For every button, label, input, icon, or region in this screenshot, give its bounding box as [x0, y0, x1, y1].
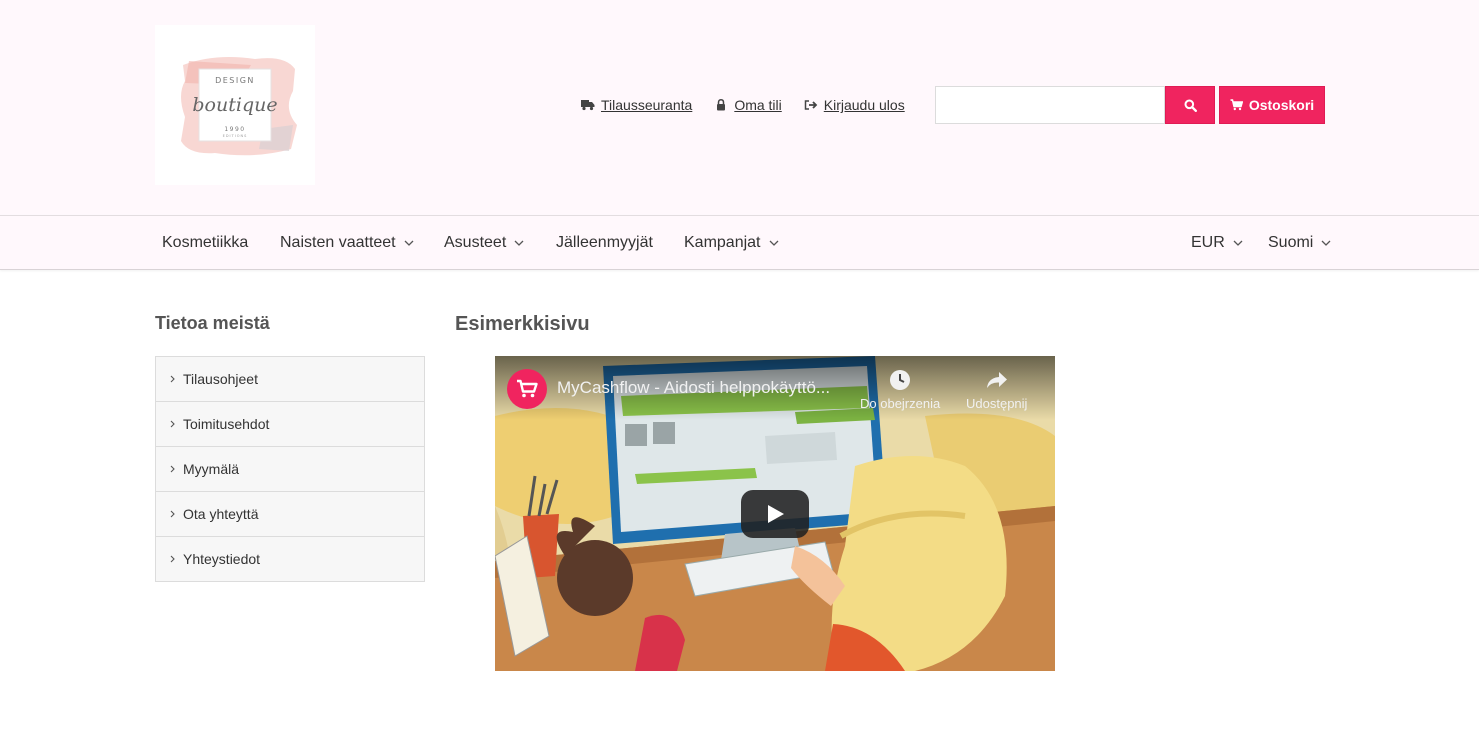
chevron-down-icon — [769, 240, 779, 246]
truck-icon — [581, 98, 595, 112]
nav-item-label: Naisten vaatteet — [280, 234, 396, 251]
nav-item-label: Asusteet — [444, 234, 507, 251]
language-selector[interactable]: Suomi — [1268, 216, 1331, 270]
play-icon — [765, 504, 785, 524]
nav-item-label: Jälleenmyyjät — [556, 234, 653, 251]
chevron-down-icon — [1233, 240, 1243, 246]
currency-label: EUR — [1191, 234, 1225, 251]
chevron-right-icon — [170, 375, 175, 383]
play-button[interactable] — [741, 490, 809, 538]
store-logo[interactable]: DESIGN boutique 1990 EDITIONS — [155, 25, 315, 185]
cart-label: Ostoskori — [1248, 97, 1315, 113]
shopping-cart-icon — [1230, 99, 1243, 111]
watch-later-button[interactable]: Do obejrzenia — [860, 368, 940, 411]
video-player[interactable]: MyCashflow - Aidosti helppokäyttö... Do … — [495, 356, 1055, 671]
share-button[interactable]: Udostępnij — [966, 368, 1027, 411]
chevron-down-icon — [404, 240, 414, 246]
language-label: Suomi — [1268, 234, 1314, 251]
order-tracking-link[interactable]: Tilausseuranta — [581, 97, 692, 113]
sidebar-item-yhteystiedot[interactable]: Yhteystiedot — [156, 537, 424, 581]
account-links: Tilausseuranta Oma tili Kirjaudu ulos — [581, 96, 905, 114]
chevron-right-icon — [170, 465, 175, 473]
logout-label: Kirjaudu ulos — [823, 97, 905, 113]
share-icon — [986, 368, 1008, 392]
sidebar-item-tilausohjeet[interactable]: Tilausohjeet — [156, 357, 424, 402]
chevron-right-icon — [170, 510, 175, 518]
sidebar-menu: Tilausohjeet Toimitusehdot Myymälä Ota y… — [155, 356, 425, 582]
logo-text-year: 1990 — [224, 126, 245, 133]
nav-item-label: Kampanjat — [684, 234, 761, 251]
nav-item-jalleenmyyjat[interactable]: Jälleenmyyjät — [556, 216, 653, 270]
logo-text-editions: EDITIONS — [223, 134, 248, 138]
logout-link[interactable]: Kirjaudu ulos — [804, 97, 905, 113]
page-title: Esimerkkisivu — [455, 313, 590, 335]
sidebar-item-label: Toimitusehdot — [183, 416, 270, 432]
video-title[interactable]: MyCashflow - Aidosti helppokäyttö... — [557, 378, 830, 398]
sidebar-item-label: Tilausohjeet — [183, 371, 258, 387]
logo-text-design: DESIGN — [215, 76, 255, 85]
my-account-link[interactable]: Oma tili — [714, 97, 782, 113]
shopping-cart-icon — [516, 379, 538, 399]
my-account-label: Oma tili — [734, 97, 782, 113]
search-button[interactable] — [1165, 86, 1215, 124]
search-icon — [1184, 99, 1197, 112]
chevron-right-icon — [170, 555, 175, 563]
cart-button[interactable]: Ostoskori — [1219, 86, 1325, 124]
site-header: DESIGN boutique 1990 EDITIONS Tilausseur… — [0, 0, 1479, 215]
sidebar-item-label: Myymälä — [183, 461, 240, 477]
channel-avatar[interactable] — [507, 369, 547, 409]
order-tracking-label: Tilausseuranta — [601, 97, 693, 113]
watch-later-label: Do obejrzenia — [860, 396, 941, 411]
chevron-down-icon — [514, 240, 524, 246]
nav-item-kosmetiikka[interactable]: Kosmetiikka — [162, 216, 248, 270]
sidebar-item-label: Ota yhteyttä — [183, 506, 259, 522]
nav-item-kampanjat[interactable]: Kampanjat — [684, 216, 779, 270]
nav-item-asusteet[interactable]: Asusteet — [444, 216, 524, 270]
share-label: Udostępnij — [966, 396, 1028, 411]
logo-text-boutique: boutique — [192, 94, 277, 116]
sidebar-item-ota-yhteytta[interactable]: Ota yhteyttä — [156, 492, 424, 537]
chevron-right-icon — [170, 420, 175, 428]
nav-item-label: Kosmetiikka — [162, 234, 249, 251]
sidebar-item-myymala[interactable]: Myymälä — [156, 447, 424, 492]
chevron-down-icon — [1321, 240, 1331, 246]
sidebar-title: Tietoa meistä — [155, 313, 270, 333]
sign-out-icon — [804, 98, 818, 112]
currency-selector[interactable]: EUR — [1191, 216, 1243, 270]
search-field-wrapper — [935, 86, 1165, 124]
nav-item-naisten-vaatteet[interactable]: Naisten vaatteet — [280, 216, 414, 270]
sidebar-item-toimitusehdot[interactable]: Toimitusehdot — [156, 402, 424, 447]
lock-icon — [714, 98, 728, 112]
sidebar-item-label: Yhteystiedot — [183, 551, 261, 567]
main-navigation: Kosmetiikka Naisten vaatteet Asusteet Jä… — [0, 215, 1479, 270]
search-input[interactable] — [936, 87, 1164, 123]
clock-icon — [889, 368, 911, 392]
